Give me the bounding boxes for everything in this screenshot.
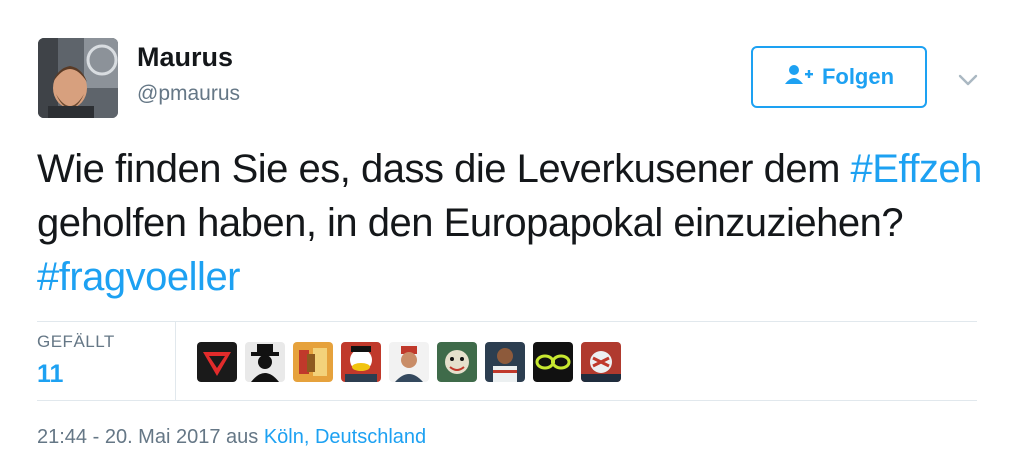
cup-avatar[interactable] — [293, 342, 333, 382]
person-avatar[interactable] — [389, 342, 429, 382]
tweet-text-part: geholfen haben, in den Europapokal einzu… — [37, 201, 904, 245]
divider — [37, 321, 977, 322]
location-link[interactable]: Köln, Deutschland — [264, 426, 426, 448]
tweet-text-part: Wie finden Sie es, dass die Leverkusener… — [37, 147, 851, 191]
goggles-avatar[interactable] — [533, 342, 573, 382]
follow-button[interactable]: Folgen — [751, 46, 927, 108]
author-name[interactable]: Maurus — [137, 42, 233, 73]
football-player-avatar[interactable] — [485, 342, 525, 382]
author-avatar[interactable] — [38, 38, 118, 118]
superman-avatar[interactable] — [197, 342, 237, 382]
follow-button-label: Folgen — [821, 64, 895, 89]
hashtag-link[interactable]: #Effzeh — [851, 147, 983, 191]
timestamp[interactable]: 21:44 - 20. Mai 2017 — [37, 426, 220, 448]
from-label: aus — [220, 426, 264, 448]
author-handle[interactable]: @pmaurus — [137, 82, 240, 106]
stats-divider — [175, 322, 176, 400]
likes-label[interactable]: GEFÄLLT — [37, 332, 115, 352]
tweet-metadata: 21:44 - 20. Mai 2017 aus Köln, Deutschla… — [37, 426, 426, 449]
add-person-icon — [784, 64, 814, 91]
tweet-text: Wie finden Sie es, dass die Leverkusener… — [37, 142, 997, 304]
chevron-down-icon[interactable] — [956, 68, 980, 92]
hashtag-link[interactable]: #fragvoeller — [37, 255, 241, 299]
fan-avatar[interactable] — [581, 342, 621, 382]
joker-avatar[interactable] — [437, 342, 477, 382]
likes-count[interactable]: 11 — [37, 360, 63, 389]
divider — [37, 400, 977, 401]
duck-avatar[interactable] — [341, 342, 381, 382]
hat-silhouette-avatar[interactable] — [245, 342, 285, 382]
likers-list — [197, 342, 621, 382]
